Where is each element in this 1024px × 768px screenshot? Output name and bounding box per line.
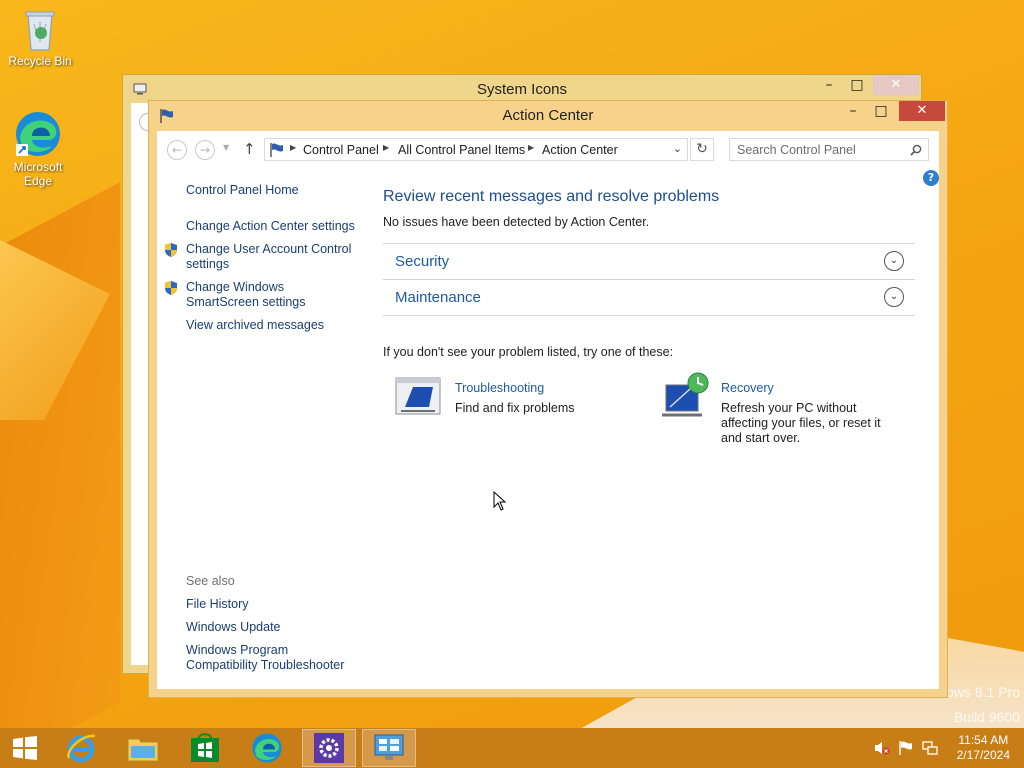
maintenance-section[interactable]: Maintenance ⌄ xyxy=(383,279,915,315)
navigation-bar: ← → ▼ ↑ ▶ Control Panel ▶ All Control Pa… xyxy=(157,131,939,186)
taskbar-file-explorer[interactable] xyxy=(116,729,170,767)
security-section[interactable]: Security ⌄ xyxy=(383,243,915,279)
action-center-flag-icon[interactable] xyxy=(898,740,914,756)
windows-logo-icon xyxy=(13,736,37,760)
troubleshooting-icon[interactable] xyxy=(395,377,441,415)
troubleshoot-hint: If you don't see your problem listed, tr… xyxy=(383,345,674,359)
taskbar-internet-explorer[interactable] xyxy=(54,729,108,767)
breadcrumb-separator-icon[interactable]: ▶ xyxy=(383,143,389,152)
minimize-button[interactable]: – xyxy=(839,101,867,121)
flag-icon xyxy=(270,143,283,157)
edge-icon xyxy=(252,733,282,763)
taskbar-store[interactable] xyxy=(178,729,232,767)
clock-time: 11:54 AM xyxy=(958,733,1009,747)
desktop-icon-label: Recycle Bin xyxy=(8,54,72,68)
divider xyxy=(383,315,915,316)
system-clock[interactable]: 11:54 AM 2/17/2024 xyxy=(957,733,1010,763)
title-bar[interactable]: System Icons – □ ✕ xyxy=(123,75,921,103)
window-title: System Icons xyxy=(476,81,568,98)
troubleshooting-link[interactable]: Troubleshooting xyxy=(455,381,544,395)
internet-explorer-icon xyxy=(67,734,96,763)
clock-date: 2/17/2024 xyxy=(956,748,1010,762)
chevron-down-icon[interactable]: ⌄ xyxy=(884,287,904,307)
back-button[interactable]: ← xyxy=(167,140,187,160)
security-section-label: Security xyxy=(395,253,450,270)
taskbar: 11:54 AM 2/17/2024 xyxy=(0,728,1024,768)
desktop-icon-recycle-bin[interactable]: Recycle Bin xyxy=(2,6,78,68)
network-icon[interactable] xyxy=(922,740,938,756)
view-archived-messages-link[interactable]: View archived messages xyxy=(186,318,324,333)
taskbar-edge[interactable] xyxy=(240,729,294,767)
recovery-link[interactable]: Recovery xyxy=(721,381,774,395)
edge-icon xyxy=(16,112,60,156)
breadcrumb-control-panel[interactable]: Control Panel xyxy=(303,143,379,157)
start-button[interactable] xyxy=(0,729,50,767)
folder-icon xyxy=(127,738,159,762)
program-compatibility-troubleshooter-link[interactable]: Windows Program Compatibility Troublesho… xyxy=(186,643,361,673)
window-title: Action Center xyxy=(502,107,594,124)
close-button[interactable]: ✕ xyxy=(899,101,945,121)
gear-icon xyxy=(314,733,344,763)
search-input[interactable]: Search Control Panel xyxy=(729,138,929,161)
uac-shield-icon xyxy=(165,281,177,295)
maintenance-section-label: Maintenance xyxy=(395,289,481,306)
refresh-button[interactable]: ↻ xyxy=(690,138,714,161)
troubleshooting-description: Find and fix problems xyxy=(455,401,575,415)
minimize-button[interactable]: – xyxy=(815,75,843,95)
store-icon xyxy=(191,733,219,762)
chevron-down-icon[interactable]: ⌄ xyxy=(884,251,904,271)
breadcrumb-separator-icon[interactable]: ▶ xyxy=(528,143,534,152)
see-also-heading: See also xyxy=(186,574,235,588)
build-watermark: Build 9600 xyxy=(953,709,1020,725)
taskbar-settings[interactable] xyxy=(302,729,356,767)
search-placeholder: Search Control Panel xyxy=(737,143,856,157)
edition-watermark: ows 8.1 Pro xyxy=(946,684,1020,700)
recycle-bin-icon xyxy=(25,11,55,51)
control-panel-home-link[interactable]: Control Panel Home xyxy=(186,183,299,198)
maximize-button[interactable]: □ xyxy=(843,75,871,95)
mouse-cursor-icon xyxy=(493,491,507,511)
action-center-window[interactable]: Action Center – □ ✕ ← → ▼ ↑ ▶ Control Pa… xyxy=(148,100,948,698)
breadcrumb-action-center[interactable]: Action Center xyxy=(542,143,618,157)
address-bar[interactable]: ▶ Control Panel ▶ All Control Panel Item… xyxy=(264,138,688,161)
recovery-icon[interactable] xyxy=(660,371,710,419)
maximize-button[interactable]: □ xyxy=(867,101,895,121)
change-action-center-settings-link[interactable]: Change Action Center settings xyxy=(186,219,355,234)
windows-update-link[interactable]: Windows Update xyxy=(186,620,281,635)
change-uac-settings-link[interactable]: Change User Account Control settings xyxy=(186,242,356,272)
recent-locations-dropdown[interactable]: ▼ xyxy=(223,143,229,152)
control-panel-icon xyxy=(374,734,404,760)
title-bar[interactable]: Action Center – □ ✕ xyxy=(149,101,947,131)
desktop: ows 8.1 Pro Build 9600 Recycle Bin Micro… xyxy=(0,0,1024,728)
search-icon[interactable] xyxy=(910,144,922,156)
taskbar-control-panel[interactable] xyxy=(362,729,416,767)
desktop-icon-label: Microsoft Edge xyxy=(13,160,63,188)
breadcrumb-separator-icon[interactable]: ▶ xyxy=(290,143,296,152)
recovery-description: Refresh your PC without affecting your f… xyxy=(721,401,881,445)
forward-button[interactable]: → xyxy=(195,140,215,160)
close-button[interactable]: ✕ xyxy=(873,75,919,95)
breadcrumb-all-items[interactable]: All Control Panel Items xyxy=(398,143,525,157)
desktop-icon-microsoft-edge[interactable]: Microsoft Edge xyxy=(0,110,76,188)
address-dropdown-icon[interactable]: ⌄ xyxy=(673,142,682,155)
window-client: ← → ▼ ↑ ▶ Control Panel ▶ All Control Pa… xyxy=(157,131,939,689)
page-title: Review recent messages and resolve probl… xyxy=(383,188,720,205)
speaker-muted-icon[interactable] xyxy=(874,740,890,756)
up-button[interactable]: ↑ xyxy=(243,140,256,158)
change-smartscreen-settings-link[interactable]: Change Windows SmartScreen settings xyxy=(186,280,356,310)
uac-shield-icon xyxy=(165,243,177,257)
file-history-link[interactable]: File History xyxy=(186,597,249,612)
help-icon[interactable]: ? xyxy=(923,170,939,186)
status-message: No issues have been detected by Action C… xyxy=(383,215,650,229)
